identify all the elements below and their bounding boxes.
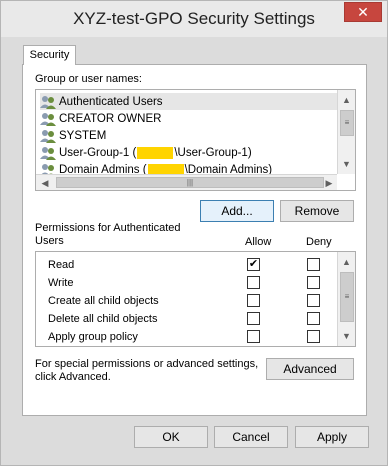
permissions-vertical-scrollbar[interactable]: ▲ ≡ ▼ <box>337 252 355 346</box>
scroll-thumb[interactable]: ≡ <box>340 272 354 322</box>
add-button[interactable]: Add... <box>200 200 274 222</box>
deny-checkbox[interactable] <box>307 312 320 325</box>
window-title: XYZ-test-GPO Security Settings <box>73 9 315 28</box>
scroll-right-icon[interactable]: ▶ <box>322 175 336 191</box>
user-name: Authenticated Users <box>59 95 163 108</box>
advanced-button[interactable]: Advanced <box>266 358 354 380</box>
scroll-up-icon[interactable]: ▲ <box>338 254 355 270</box>
user-name: CREATOR OWNER <box>59 112 162 125</box>
deny-checkbox[interactable] <box>307 258 320 271</box>
scroll-thumb[interactable]: ≡ <box>340 110 354 136</box>
scroll-up-icon[interactable]: ▲ <box>338 92 355 108</box>
deny-checkbox[interactable] <box>307 276 320 289</box>
remove-button[interactable]: Remove <box>280 200 354 222</box>
permission-name: Write <box>48 277 74 289</box>
permission-name: Create all child objects <box>48 295 159 307</box>
permission-row: Apply group policy <box>36 328 338 346</box>
deny-column-label: Deny <box>306 236 332 248</box>
title-bar: XYZ-test-GPO Security Settings ✕ <box>1 1 387 37</box>
allow-checkbox[interactable] <box>247 276 260 289</box>
permission-name: Apply group policy <box>48 331 138 343</box>
horizontal-scroll-thumb[interactable]: ||| <box>56 177 324 188</box>
scroll-left-icon[interactable]: ◀ <box>38 175 52 191</box>
permission-row: Delete all child objects <box>36 310 338 328</box>
allow-column-label: Allow <box>245 236 272 248</box>
close-button[interactable]: ✕ <box>344 2 382 22</box>
ok-button[interactable]: OK <box>134 426 208 448</box>
group-or-user-names-label: Group or user names: <box>35 73 142 85</box>
permission-row: Read ✔ <box>36 256 338 274</box>
allow-checkbox[interactable] <box>247 312 260 325</box>
permissions-header: Permissions for Authenticated Users <box>35 222 181 247</box>
permission-row: Create all child objects <box>36 292 338 310</box>
permission-row: Write <box>36 274 338 292</box>
user-list-item[interactable]: SYSTEM <box>40 127 340 144</box>
user-list-item[interactable]: User-Group-1 ( \User-Group-1) <box>40 144 340 161</box>
allow-checkbox[interactable]: ✔ <box>247 258 260 271</box>
security-settings-dialog: XYZ-test-GPO Security Settings ✕ Securit… <box>0 0 388 466</box>
apply-button[interactable]: Apply <box>295 426 369 448</box>
user-name-suffix: \User-Group-1) <box>174 146 252 159</box>
users-group-icon <box>40 112 56 126</box>
deny-checkbox[interactable] <box>307 294 320 307</box>
permission-name: Read <box>48 259 75 271</box>
redaction-mark <box>137 146 174 159</box>
advanced-hint-text: For special permissions or advanced sett… <box>35 358 259 383</box>
user-name-prefix: User-Group-1 ( <box>59 146 137 159</box>
deny-checkbox[interactable] <box>307 330 320 343</box>
cancel-button[interactable]: Cancel <box>214 426 288 448</box>
users-group-icon <box>40 146 56 160</box>
scroll-down-icon[interactable]: ▼ <box>338 328 355 344</box>
users-group-icon <box>40 129 56 143</box>
permissions-list: Read ✔ Write Create all child objects Delete… <box>35 251 356 347</box>
allow-checkbox[interactable] <box>247 294 260 307</box>
scroll-down-icon[interactable]: ▼ <box>338 156 355 172</box>
allow-checkbox[interactable] <box>247 330 260 343</box>
user-list-vertical-scrollbar[interactable]: ▲ ≡ ▼ <box>337 90 355 174</box>
user-list-item[interactable]: Authenticated Users <box>40 93 340 110</box>
permission-name: Delete all child objects <box>48 313 158 325</box>
user-name: SYSTEM <box>59 129 107 142</box>
user-list-horizontal-scrollbar[interactable]: ◀ ||| ▶ <box>36 174 337 190</box>
users-group-icon <box>40 95 56 109</box>
tab-security[interactable]: Security <box>23 45 76 65</box>
user-list-item[interactable]: CREATOR OWNER <box>40 110 340 127</box>
